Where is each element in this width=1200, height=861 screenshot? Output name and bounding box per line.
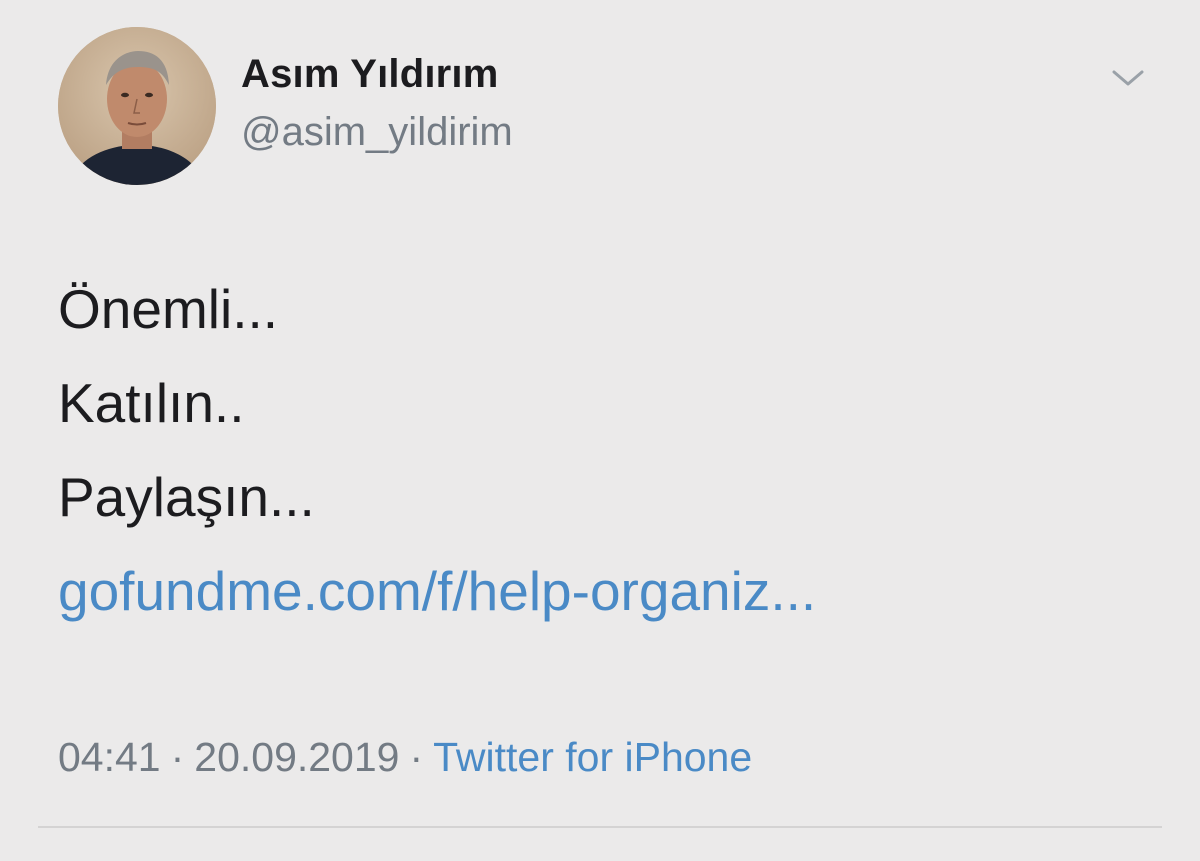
divider <box>38 826 1162 828</box>
tweet-time: 04:41 <box>58 734 161 780</box>
meta-separator: · <box>409 734 424 780</box>
tweet-metadata: 04:41 · 20.09.2019 · Twitter for iPhone <box>58 734 752 781</box>
tweet-card: Asım Yıldırım @asim_yildirim Önemli... K… <box>0 0 1200 861</box>
tweet-link[interactable]: gofundme.com/f/help-organiz... <box>58 544 816 638</box>
user-handle[interactable]: @asim_yildirim <box>241 110 513 155</box>
tweet-text-line: Paylaşın... <box>58 466 315 528</box>
display-name[interactable]: Asım Yıldırım <box>241 52 499 97</box>
meta-separator: · <box>170 734 185 780</box>
tweet-text-line: Önemli... <box>58 278 279 340</box>
tweet-source-link[interactable]: Twitter for iPhone <box>433 734 752 780</box>
tweet-date: 20.09.2019 <box>194 734 400 780</box>
avatar[interactable] <box>58 27 216 185</box>
tweet-body: Önemli... Katılın.. Paylaşın... gofundme… <box>58 262 816 638</box>
tweet-text-line: Katılın.. <box>58 372 245 434</box>
chevron-down-icon[interactable] <box>1110 66 1146 90</box>
